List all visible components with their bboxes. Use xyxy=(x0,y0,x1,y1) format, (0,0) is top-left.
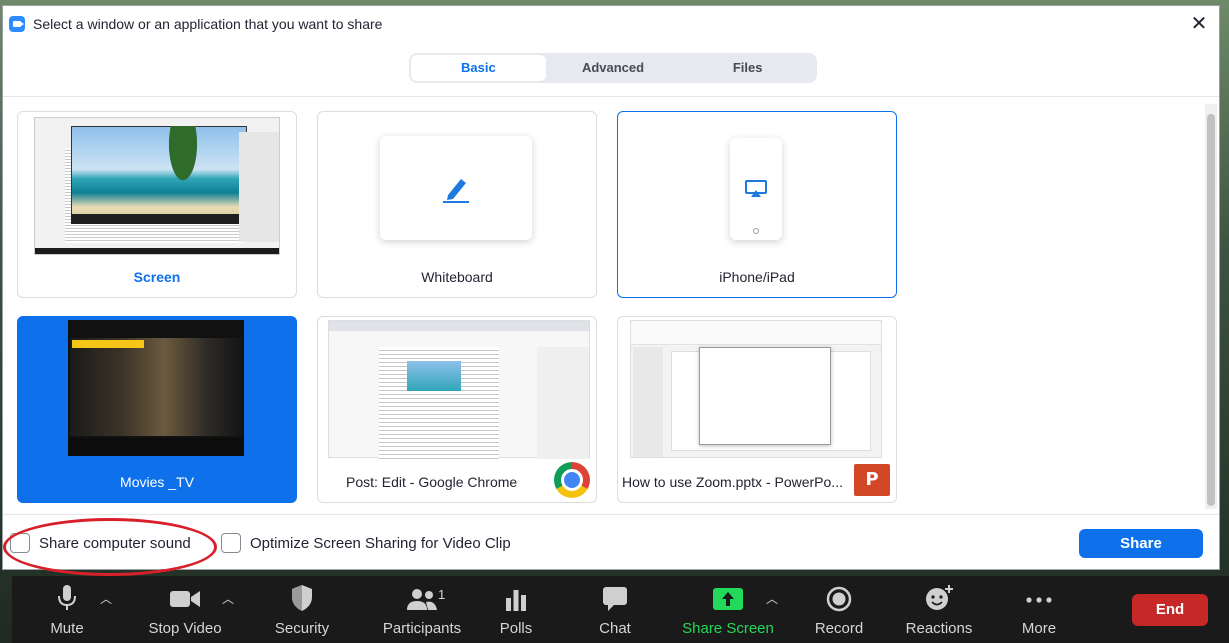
end-meeting-button[interactable]: End xyxy=(1132,594,1208,626)
participants-button[interactable]: 1 Participants xyxy=(364,576,480,643)
microphone-icon xyxy=(58,585,76,610)
tile-powerpoint[interactable]: How to use Zoom.pptx - PowerPo... P xyxy=(617,316,897,503)
tile-label: iPhone/iPad xyxy=(719,269,795,285)
scrollbar[interactable] xyxy=(1205,104,1217,509)
pencil-icon xyxy=(443,179,469,203)
participants-icon xyxy=(407,589,437,610)
tile-label: Movies _TV xyxy=(120,474,194,490)
optimize-video-label: Optimize Screen Sharing for Video Clip xyxy=(250,534,511,552)
optimize-video-option[interactable]: Optimize Screen Sharing for Video Clip xyxy=(221,533,511,553)
video-camera-icon xyxy=(170,591,200,607)
tab-basic[interactable]: Basic xyxy=(411,55,546,81)
share-tabs: Basic Advanced Files xyxy=(409,53,817,83)
share-sound-option[interactable]: Share computer sound xyxy=(10,533,191,553)
meeting-toolbar: Mute ︿ Stop Video ︿ Security 1 Participa… xyxy=(12,576,1229,643)
more-label: More xyxy=(1021,620,1057,637)
chat-label: Chat xyxy=(599,620,631,637)
more-button[interactable]: More xyxy=(1008,576,1070,643)
chrome-icon xyxy=(554,462,590,498)
tile-whiteboard[interactable]: Whiteboard xyxy=(317,111,597,298)
share-button[interactable]: Share xyxy=(1079,529,1203,558)
share-options-caret[interactable]: ︿ xyxy=(766,590,778,607)
tab-files[interactable]: Files xyxy=(680,55,815,81)
chrome-thumbnail xyxy=(328,320,590,459)
optimize-video-checkbox[interactable] xyxy=(221,533,241,553)
record-button[interactable]: Record xyxy=(806,576,872,643)
chat-icon xyxy=(603,587,627,611)
mute-button[interactable]: Mute xyxy=(32,576,102,643)
shield-icon xyxy=(292,585,312,611)
dialog-title: Select a window or an application that y… xyxy=(33,16,383,32)
phone-card xyxy=(730,138,782,240)
divider xyxy=(3,96,1219,97)
scrollbar-thumb[interactable] xyxy=(1207,114,1215,506)
dialog-titlebar: Select a window or an application that y… xyxy=(3,6,1219,42)
polls-label: Polls xyxy=(499,620,533,637)
airplay-icon xyxy=(745,180,767,197)
mute-options-caret[interactable]: ︿ xyxy=(100,590,112,607)
share-screen-button[interactable]: Share Screen xyxy=(676,576,780,643)
tab-advanced[interactable]: Advanced xyxy=(546,55,681,81)
tile-label: Screen xyxy=(133,269,181,285)
powerpoint-thumbnail xyxy=(630,320,882,458)
tile-label: Whiteboard xyxy=(421,269,493,285)
movie-thumbnail xyxy=(68,320,244,456)
record-icon xyxy=(826,586,852,612)
share-screen-icon xyxy=(713,588,743,610)
tile-iphone-ipad[interactable]: iPhone/iPad xyxy=(617,111,897,298)
reactions-label: Reactions xyxy=(905,620,973,637)
participants-count: 1 xyxy=(438,587,446,602)
powerpoint-icon: P xyxy=(854,464,890,496)
close-icon[interactable]: ✕ xyxy=(1189,14,1209,34)
share-sound-label: Share computer sound xyxy=(39,534,191,552)
video-options-caret[interactable]: ︿ xyxy=(222,590,234,607)
stop-video-button[interactable]: Stop Video xyxy=(140,576,230,643)
tile-google-chrome[interactable]: Post: Edit - Google Chrome xyxy=(317,316,597,503)
security-button[interactable]: Security xyxy=(262,576,342,643)
whiteboard-card xyxy=(380,136,532,240)
polls-icon xyxy=(506,590,526,611)
zoom-app-icon xyxy=(9,16,25,32)
participants-label: Participants xyxy=(382,620,462,637)
tile-screen[interactable]: Screen xyxy=(17,111,297,298)
stop-video-label: Stop Video xyxy=(148,620,222,637)
divider xyxy=(3,514,1219,515)
security-label: Security xyxy=(274,620,330,637)
screen-thumbnail xyxy=(34,117,280,255)
tile-movies-tv[interactable]: Movies _TV xyxy=(17,316,297,503)
more-icon xyxy=(1026,597,1052,603)
reactions-button[interactable]: Reactions xyxy=(900,576,978,643)
share-dialog: Select a window or an application that y… xyxy=(2,5,1220,576)
reactions-icon xyxy=(926,585,953,610)
polls-button[interactable]: Polls xyxy=(486,576,546,643)
share-sound-checkbox[interactable] xyxy=(10,533,30,553)
record-label: Record xyxy=(814,620,864,637)
mute-label: Mute xyxy=(50,620,84,637)
share-screen-label: Share Screen xyxy=(682,620,774,637)
chat-button[interactable]: Chat xyxy=(584,576,646,643)
